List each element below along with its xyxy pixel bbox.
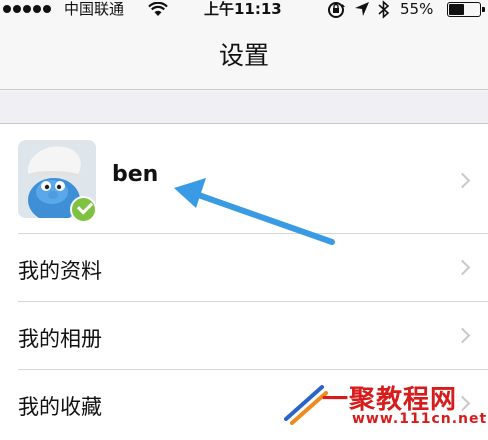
watermark-url: www.111cn.net	[352, 411, 488, 427]
menu-item-label: 我的资料	[18, 259, 102, 283]
wifi-icon	[148, 2, 168, 16]
chevron-right-icon	[454, 259, 471, 276]
watermark: 一聚教程网 www.111cn.net	[282, 375, 488, 435]
section-gap	[0, 91, 488, 124]
navigation-bar: 设置	[0, 20, 488, 90]
chevron-right-icon	[454, 172, 471, 189]
battery-level-fill	[449, 4, 465, 15]
annotation-arrow-icon	[174, 178, 335, 245]
location-icon	[355, 2, 369, 16]
status-time: 上午11:13	[204, 0, 282, 18]
battery-percentage: 55%	[400, 0, 434, 18]
rotation-lock-icon	[328, 2, 345, 18]
profile-name: ben	[112, 162, 159, 187]
carrier-name: 中国联通	[64, 0, 125, 18]
menu-item-my-album[interactable]: 我的相册	[0, 302, 488, 370]
signal-strength-icon	[3, 5, 51, 13]
page-title: 设置	[218, 41, 269, 70]
bluetooth-icon	[378, 0, 390, 19]
chevron-right-icon	[454, 327, 471, 344]
verified-check-icon	[70, 196, 97, 223]
menu-item-label: 我的收藏	[18, 395, 102, 419]
menu-item-label: 我的相册	[18, 327, 102, 351]
battery-icon	[447, 2, 485, 17]
status-bar: 中国联通 上午11:13 55%	[0, 0, 488, 20]
